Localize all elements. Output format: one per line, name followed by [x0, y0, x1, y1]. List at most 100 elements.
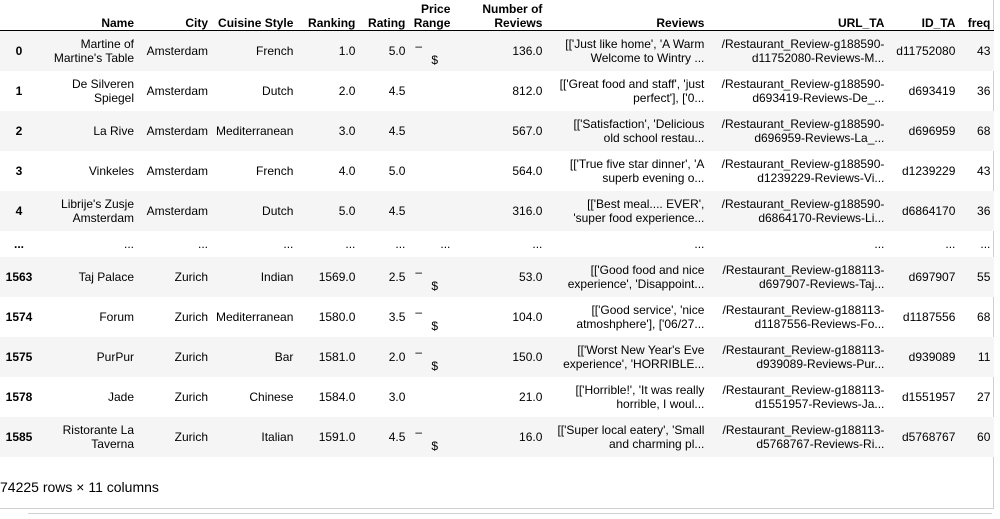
cell-freq: 68	[977, 309, 991, 324]
url-line2: d697907-Reviews-Taj...	[758, 276, 885, 291]
price-dollar: $	[431, 53, 439, 67]
name-line1: De Silveren	[71, 76, 134, 91]
table-row: 2 La Rive Amsterdam Mediterranean 3.0 4.5 567.…	[0, 110, 995, 151]
cell-ranking: 2.0	[338, 83, 356, 98]
col-header-url-ta: URL_TA	[708, 0, 889, 31]
cell-city: Amsterdam	[146, 83, 208, 98]
col-header-price-range: Price Range	[409, 0, 455, 31]
cell-number-of-reviews: 812.0	[512, 83, 543, 98]
horizontal-scrollbar[interactable]	[28, 513, 992, 519]
name-line1: Martine of	[80, 36, 134, 51]
reviews-line1: [['Satisfaction', 'Delicious	[573, 116, 705, 131]
row-index: 1585	[5, 429, 33, 444]
cell-id: d1551957	[902, 389, 956, 404]
url-line1: /Restaurant_Review-g188590-	[721, 76, 885, 91]
reviews-line2: experience', 'HORRIBLE...	[563, 356, 705, 371]
cell-reviews: [['Good food and nice experience', 'Disap…	[546, 257, 708, 297]
cell-reviews: [['True five star dinner', 'A superb even…	[546, 151, 708, 191]
cell-freq: 43	[977, 163, 991, 178]
cell-url-ta: /Restaurant_Review-g188113- d1187556-Revi…	[708, 297, 888, 337]
cell-number-of-reviews: 104.0	[512, 309, 543, 324]
url-line2: d696959-Reviews-La_...	[754, 130, 885, 145]
cell-price-range	[409, 377, 454, 417]
table-header: Name City Cuisine Style Ranking Rating P…	[0, 0, 995, 31]
cell-price-range: – $	[409, 31, 454, 71]
row-index: 4	[15, 203, 23, 218]
cell-name: La Rive	[38, 111, 138, 151]
cell-number-of-reviews: 21.0	[519, 389, 543, 404]
cell-cuisine: Indian	[260, 269, 294, 284]
cell-number-of-reviews: 564.0	[512, 163, 543, 178]
cell-url-ta: /Restaurant_Review-g188590- d696959-Revie…	[708, 111, 888, 151]
reviews-line2: perfect'], ['0...	[633, 90, 705, 105]
cell-name: De Silveren Spiegel	[38, 71, 138, 111]
cell-city: Amsterdam	[146, 203, 208, 218]
url-line1: /Restaurant_Review-g188113-	[722, 382, 885, 397]
url-line1: /Restaurant_Review-g188113-	[722, 262, 885, 277]
cell-id: d6864170	[902, 203, 956, 218]
price-dash: –	[415, 424, 423, 439]
cell-city: Zurich	[174, 269, 208, 284]
cell-freq: 11	[977, 349, 991, 364]
col-header-freq: freq	[959, 0, 995, 31]
col-header-rating: Rating	[359, 0, 410, 31]
cell-rating: 4.5	[388, 203, 406, 218]
row-index: 1575	[5, 349, 33, 364]
col-header-name: Name	[38, 0, 138, 31]
reviews-line1: ...	[694, 236, 705, 251]
cell-name: Taj Palace	[38, 257, 138, 297]
cell-id: d697907	[908, 269, 956, 284]
name-line1: Taj Palace	[78, 269, 134, 284]
cell-id: d693419	[908, 83, 956, 98]
table-row: 3 Vinkeles Amsterdam French 4.0 5.0 564.0 [['Tr…	[0, 151, 994, 191]
index-header	[0, 0, 38, 31]
cell-cuisine: French	[256, 43, 294, 58]
table-row: 1 De Silveren Spiegel Amsterdam Dutch 2.0 4.5 8…	[0, 71, 994, 111]
name-line1: Jade	[107, 389, 134, 404]
cell-freq: 27	[977, 389, 991, 404]
price-dollar: $	[431, 358, 439, 373]
cell-name: Ristorante La Taverna	[38, 417, 138, 457]
cell-url-ta: /Restaurant_Review-g188590- d11752080-Rev…	[708, 31, 888, 71]
price-header-line1: Price	[421, 2, 451, 16]
cell-number-of-reviews: 53.0	[519, 269, 543, 284]
url-line2: d1239229-Reviews-Vi...	[757, 170, 885, 185]
price-dash: –	[415, 344, 423, 359]
reviews-line1: [['Worst New Year's Eve	[577, 342, 705, 357]
reviews-line1: [['Best meal.... EVER',	[587, 196, 705, 211]
cell-reviews: ...	[546, 231, 708, 257]
cell-freq: ...	[980, 236, 991, 251]
cell-reviews: [['Just like home', 'A Warm Welcome to Wi…	[546, 31, 708, 71]
cell-ranking: 1569.0	[318, 269, 356, 284]
cell-price-range: ...	[440, 236, 451, 251]
reviews-line1: [['Great food and staff', 'just	[559, 76, 705, 91]
url-line1: /Restaurant_Review-g188590-	[721, 116, 885, 131]
cell-number-of-reviews: 136.0	[512, 43, 543, 58]
reviews-line2: 'super food experience...	[573, 210, 705, 225]
cell-city: Zurich	[174, 349, 208, 364]
col-header-number-of-reviews: Number of Reviews	[454, 0, 547, 31]
reviews-line2: atmoshphere'], ['06/27...	[576, 316, 705, 331]
nrev-header-line1: Number of	[482, 2, 543, 16]
cell-id: d939089	[908, 349, 956, 364]
reviews-line2: Welcome to Wintry ...	[590, 50, 705, 65]
cell-rating: 5.0	[388, 43, 406, 58]
reviews-line2: superb evening o...	[602, 170, 705, 185]
cell-reviews: [['Super local eatery', 'Small and charmi…	[546, 417, 708, 457]
url-line1: /Restaurant_Review-g188590-	[721, 196, 885, 211]
url-line2: d693419-Reviews-De_...	[752, 90, 885, 105]
cell-number-of-reviews: 316.0	[512, 203, 543, 218]
cell-city: Amsterdam	[146, 123, 208, 138]
cell-url-ta: ...	[708, 231, 888, 257]
cell-url-ta: /Restaurant_Review-g188590- d1239229-Revi…	[708, 151, 888, 191]
table-row: 1585 Ristorante La Taverna Zurich Italian 159…	[0, 416, 995, 457]
url-line1: /Restaurant_Review-g188590-	[721, 156, 885, 171]
cell-url-ta: /Restaurant_Review-g188113- d939089-Revie…	[708, 337, 888, 377]
cell-id: d1239229	[902, 163, 956, 178]
reviews-line2: old school restau...	[603, 130, 705, 145]
cell-price-range: – $	[409, 337, 454, 377]
name-line2: Spiegel	[93, 90, 134, 105]
cell-reviews: [['Best meal.... EVER','super food exper…	[546, 191, 708, 231]
cell-price-range: – $	[409, 417, 454, 457]
cell-freq: 55	[977, 269, 991, 284]
